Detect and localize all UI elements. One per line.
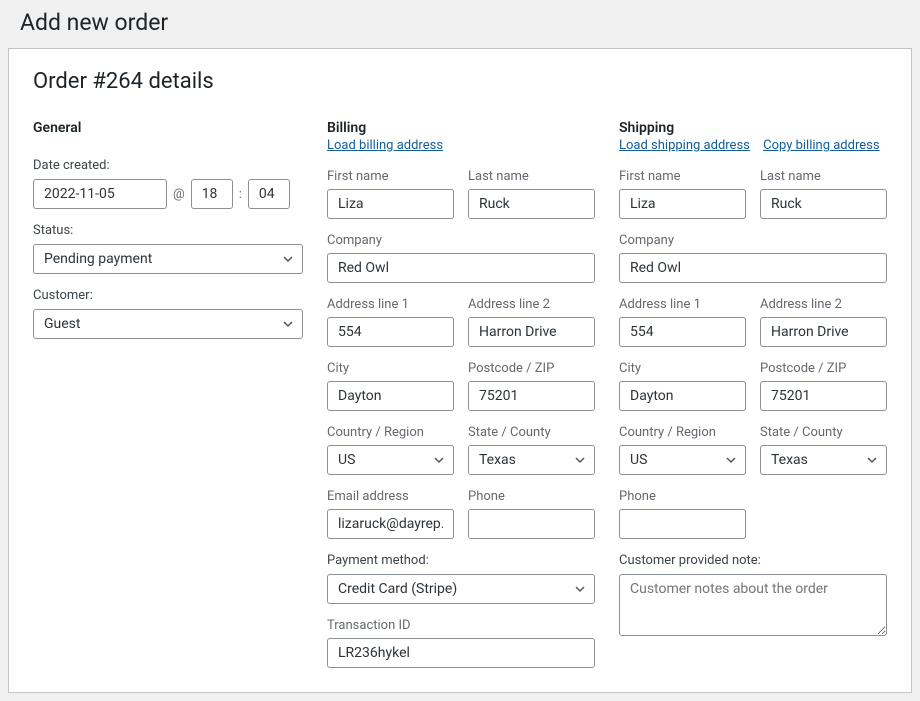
shipping-address2-label: Address line 2 bbox=[760, 297, 887, 312]
shipping-state-value: Texas bbox=[771, 452, 808, 468]
general-column: General Date created: @ : Status: Pendin… bbox=[33, 120, 303, 668]
minute-input[interactable] bbox=[248, 179, 290, 209]
billing-state-select[interactable]: Texas bbox=[468, 445, 595, 475]
payment-method-label: Payment method: bbox=[327, 553, 595, 568]
billing-phone-label: Phone bbox=[468, 489, 595, 504]
billing-country-value: US bbox=[338, 452, 355, 468]
chevron-down-icon bbox=[574, 454, 586, 466]
payment-method-value: Credit Card (Stripe) bbox=[338, 581, 457, 597]
shipping-country-value: US bbox=[630, 452, 647, 468]
shipping-last-name-input[interactable] bbox=[760, 189, 887, 219]
shipping-address1-label: Address line 1 bbox=[619, 297, 746, 312]
order-title: Order #264 details bbox=[33, 69, 887, 94]
customer-value: Guest bbox=[44, 316, 80, 332]
billing-address1-input[interactable] bbox=[327, 317, 454, 347]
status-label: Status: bbox=[33, 223, 303, 238]
billing-company-label: Company bbox=[327, 233, 595, 248]
copy-billing-address-link[interactable]: Copy billing address bbox=[763, 138, 879, 153]
load-billing-address-link[interactable]: Load billing address bbox=[327, 138, 443, 153]
shipping-heading: Shipping bbox=[619, 120, 887, 136]
customer-label: Customer: bbox=[33, 288, 303, 303]
billing-email-label: Email address bbox=[327, 489, 454, 504]
shipping-postcode-input[interactable] bbox=[760, 381, 887, 411]
shipping-phone-input[interactable] bbox=[619, 509, 746, 539]
transaction-id-input[interactable] bbox=[327, 638, 595, 668]
shipping-phone-label: Phone bbox=[619, 489, 746, 504]
billing-city-label: City bbox=[327, 361, 454, 376]
hour-input[interactable] bbox=[191, 179, 233, 209]
shipping-column: Shipping Load shipping address Copy bill… bbox=[619, 120, 887, 668]
billing-state-label: State / County bbox=[468, 425, 595, 440]
billing-column: Billing Load billing address First name … bbox=[327, 120, 595, 668]
billing-last-name-input[interactable] bbox=[468, 189, 595, 219]
order-panel: Order #264 details General Date created:… bbox=[8, 48, 912, 693]
customer-note-textarea[interactable] bbox=[619, 574, 887, 636]
date-created-label: Date created: bbox=[33, 158, 303, 173]
page-title: Add new order bbox=[0, 0, 920, 48]
shipping-address1-input[interactable] bbox=[619, 317, 746, 347]
billing-country-select[interactable]: US bbox=[327, 445, 454, 475]
shipping-postcode-label: Postcode / ZIP bbox=[760, 361, 887, 376]
billing-first-name-input[interactable] bbox=[327, 189, 454, 219]
billing-heading: Billing bbox=[327, 120, 595, 136]
shipping-state-label: State / County bbox=[760, 425, 887, 440]
shipping-address2-input[interactable] bbox=[760, 317, 887, 347]
shipping-first-name-label: First name bbox=[619, 169, 746, 184]
billing-phone-input[interactable] bbox=[468, 509, 595, 539]
payment-method-select[interactable]: Credit Card (Stripe) bbox=[327, 574, 595, 604]
shipping-company-label: Company bbox=[619, 233, 887, 248]
chevron-down-icon bbox=[433, 454, 445, 466]
billing-address2-label: Address line 2 bbox=[468, 297, 595, 312]
load-shipping-address-link[interactable]: Load shipping address bbox=[619, 138, 750, 153]
chevron-down-icon bbox=[574, 583, 586, 595]
time-colon: : bbox=[239, 187, 242, 202]
chevron-down-icon bbox=[866, 454, 878, 466]
general-heading: General bbox=[33, 120, 303, 136]
billing-postcode-label: Postcode / ZIP bbox=[468, 361, 595, 376]
billing-address2-input[interactable] bbox=[468, 317, 595, 347]
billing-company-input[interactable] bbox=[327, 253, 595, 283]
shipping-last-name-label: Last name bbox=[760, 169, 887, 184]
billing-state-value: Texas bbox=[479, 452, 516, 468]
chevron-down-icon bbox=[282, 318, 294, 330]
billing-address1-label: Address line 1 bbox=[327, 297, 454, 312]
billing-country-label: Country / Region bbox=[327, 425, 454, 440]
status-value: Pending payment bbox=[44, 251, 152, 267]
shipping-first-name-input[interactable] bbox=[619, 189, 746, 219]
chevron-down-icon bbox=[282, 253, 294, 265]
date-input[interactable] bbox=[33, 179, 167, 209]
billing-first-name-label: First name bbox=[327, 169, 454, 184]
status-select[interactable]: Pending payment bbox=[33, 244, 303, 274]
at-symbol: @ bbox=[173, 187, 185, 202]
customer-note-label: Customer provided note: bbox=[619, 553, 887, 568]
billing-email-input[interactable] bbox=[327, 509, 454, 539]
billing-last-name-label: Last name bbox=[468, 169, 595, 184]
shipping-city-input[interactable] bbox=[619, 381, 746, 411]
transaction-id-label: Transaction ID bbox=[327, 618, 595, 633]
billing-postcode-input[interactable] bbox=[468, 381, 595, 411]
billing-city-input[interactable] bbox=[327, 381, 454, 411]
shipping-city-label: City bbox=[619, 361, 746, 376]
shipping-state-select[interactable]: Texas bbox=[760, 445, 887, 475]
shipping-country-label: Country / Region bbox=[619, 425, 746, 440]
shipping-country-select[interactable]: US bbox=[619, 445, 746, 475]
chevron-down-icon bbox=[725, 454, 737, 466]
shipping-company-input[interactable] bbox=[619, 253, 887, 283]
customer-select[interactable]: Guest bbox=[33, 309, 303, 339]
